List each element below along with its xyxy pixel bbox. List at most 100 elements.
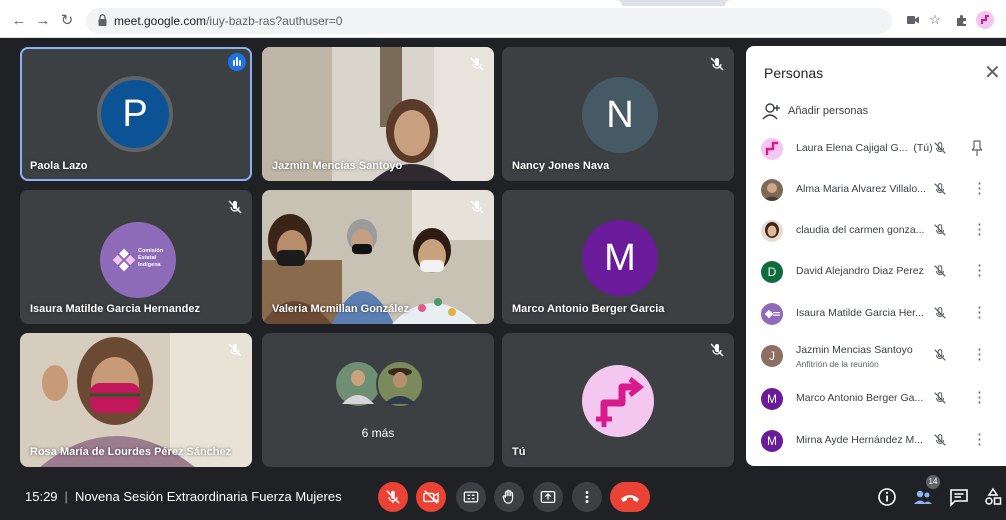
meeting-info: 15:29 | Novena Sesión Extraordinaria Fuerz… bbox=[25, 489, 342, 504]
mic-off-icon bbox=[386, 490, 400, 504]
participant-row[interactable]: Laura Elena Cajigal G... (Tú) bbox=[746, 130, 1006, 166]
add-people-label: Añadir personas bbox=[788, 105, 869, 117]
more-options-button[interactable] bbox=[572, 482, 602, 512]
profile-avatar[interactable] bbox=[976, 11, 994, 29]
back-icon[interactable]: ← bbox=[10, 12, 28, 30]
participant-row[interactable]: Isaura Matilde Garcia Her... ⋮ bbox=[746, 295, 1006, 331]
more-options-icon[interactable]: ⋮ bbox=[972, 389, 987, 407]
participant-tile[interactable]: Valeria Mcmillan González bbox=[262, 190, 494, 324]
muted-mic-icon bbox=[934, 183, 946, 195]
participant-tile[interactable]: N Nancy Jones Nava bbox=[502, 47, 734, 181]
muted-mic-icon bbox=[470, 200, 484, 214]
forward-icon[interactable]: → bbox=[34, 12, 52, 30]
panel-title: Personas bbox=[764, 65, 824, 81]
participant-row[interactable]: J Jazmin Mencias Santoyo Anfitrión de la… bbox=[746, 337, 1006, 373]
participant-name: Marco Antonio Berger Garcia bbox=[512, 303, 665, 315]
divider: | bbox=[64, 489, 68, 504]
participant-tile[interactable]: Rosa María de Lourdes Pérez Sánchez bbox=[20, 333, 252, 467]
leave-call-button[interactable] bbox=[610, 482, 650, 512]
more-options-icon[interactable]: ⋮ bbox=[972, 304, 987, 322]
participant-thumbnail bbox=[376, 360, 424, 408]
muted-mic-icon bbox=[934, 307, 946, 319]
participant-tile[interactable]: Comisión Estatal Indígena Isaura Matilde… bbox=[20, 190, 252, 324]
avatar: Comisión Estatal Indígena bbox=[100, 222, 176, 298]
camera-toggle-button[interactable] bbox=[416, 482, 446, 512]
muted-mic-icon bbox=[934, 349, 946, 361]
activities-icon[interactable] bbox=[982, 486, 1004, 508]
participant-name: Tú bbox=[512, 446, 526, 458]
other-tab[interactable] bbox=[725, 0, 1006, 6]
participant-count-badge: 14 bbox=[926, 475, 940, 489]
muted-mic-icon bbox=[934, 434, 946, 446]
captions-button[interactable] bbox=[456, 482, 486, 512]
participant-tile[interactable]: P Paola Lazo bbox=[20, 47, 252, 181]
more-participants-tile[interactable]: 6 más bbox=[262, 333, 494, 467]
bookmark-star-icon[interactable]: ☆ bbox=[926, 11, 944, 29]
participant-name: Laura Elena Cajigal G... (Tú) bbox=[796, 142, 933, 154]
avatar: M bbox=[761, 388, 783, 410]
chat-icon[interactable] bbox=[948, 486, 970, 508]
muted-mic-icon bbox=[228, 200, 242, 214]
extensions-icon[interactable] bbox=[952, 11, 970, 29]
meeting-control-bar: 15:29 | Novena Sesión Extraordinaria Fuerz… bbox=[0, 474, 1006, 520]
close-icon[interactable]: ✕ bbox=[984, 60, 1001, 85]
meeting-details-icon[interactable] bbox=[876, 486, 898, 508]
reload-icon[interactable]: ↻ bbox=[58, 12, 76, 30]
camera-indicator-icon[interactable] bbox=[904, 11, 922, 29]
participant-name: David Alejandro Diaz Perez bbox=[796, 265, 924, 277]
active-tab[interactable] bbox=[0, 0, 622, 6]
people-panel: Personas ✕ Añadir personas Laura Elena C… bbox=[746, 46, 1006, 466]
url-host: meet.google.com bbox=[114, 14, 207, 28]
participant-tile[interactable]: Jazmín Mencías Santoyo bbox=[262, 47, 494, 181]
participant-tile[interactable]: M Marco Antonio Berger Garcia bbox=[502, 190, 734, 324]
pin-icon[interactable] bbox=[972, 139, 982, 157]
microphone-toggle-button[interactable] bbox=[378, 482, 408, 512]
avatar bbox=[582, 365, 654, 437]
present-icon bbox=[540, 491, 556, 503]
avatar: N bbox=[582, 77, 658, 153]
participant-row[interactable]: claudia del carmen gonza... ⋮ bbox=[746, 212, 1006, 248]
meeting-time: 15:29 bbox=[25, 489, 58, 504]
participant-name: Mirna Ayde Hernández M... bbox=[796, 434, 924, 446]
tab-strip bbox=[0, 0, 1006, 6]
more-options-icon[interactable]: ⋮ bbox=[972, 180, 987, 198]
address-bar[interactable]: meet.google.com/iuy-bazb-ras?authuser=0 bbox=[86, 8, 892, 34]
participant-name: Alma Maria Alvarez Villalo... bbox=[796, 183, 926, 195]
more-vert-icon bbox=[585, 491, 589, 503]
participant-row[interactable]: D David Alejandro Diaz Perez ⋮ bbox=[746, 253, 1006, 289]
participant-name: Jazmín Mencías Santoyo bbox=[272, 160, 403, 172]
camera-off-icon bbox=[423, 490, 439, 504]
muted-mic-icon bbox=[934, 142, 946, 154]
url-path: /iuy-bazb-ras?authuser=0 bbox=[206, 14, 343, 28]
add-people-button[interactable]: Añadir personas bbox=[762, 102, 868, 122]
speaking-indicator-icon bbox=[228, 53, 246, 71]
present-screen-button[interactable] bbox=[533, 482, 563, 512]
muted-mic-icon bbox=[710, 57, 724, 71]
more-options-icon[interactable]: ⋮ bbox=[972, 346, 987, 364]
participant-name: Jazmin Mencias Santoyo bbox=[796, 344, 913, 356]
more-options-icon[interactable]: ⋮ bbox=[972, 431, 987, 449]
participant-name: Valeria Mcmillan González bbox=[272, 303, 409, 315]
avatar: M bbox=[761, 430, 783, 452]
more-options-icon[interactable]: ⋮ bbox=[972, 262, 987, 280]
raise-hand-button[interactable] bbox=[494, 482, 524, 512]
participant-row[interactable]: Alma Maria Alvarez Villalo... ⋮ bbox=[746, 171, 1006, 207]
captions-icon bbox=[463, 491, 479, 503]
participant-thumbnail bbox=[334, 360, 382, 408]
people-icon[interactable] bbox=[912, 486, 934, 508]
participant-tile[interactable]: Tú bbox=[502, 333, 734, 467]
muted-mic-icon bbox=[710, 343, 724, 357]
participant-name: Paola Lazo bbox=[30, 160, 88, 172]
more-options-icon[interactable]: ⋮ bbox=[972, 221, 987, 239]
avatar bbox=[761, 220, 783, 242]
avatar bbox=[761, 303, 783, 325]
participant-row[interactable]: M Mirna Ayde Hernández M... ⋮ bbox=[746, 422, 1006, 458]
participant-row[interactable]: M Marco Antonio Berger Ga... ⋮ bbox=[746, 380, 1006, 416]
avatar: M bbox=[582, 220, 658, 296]
meeting-title: Novena Sesión Extraordinaria Fuerza Muje… bbox=[74, 489, 342, 504]
browser-toolbar: ← → ↻ meet.google.com/iuy-bazb-ras?authu… bbox=[0, 0, 1006, 38]
url-text: meet.google.com/iuy-bazb-ras?authuser=0 bbox=[114, 14, 342, 28]
participant-name: Isaura Matilde Garcia Her... bbox=[796, 307, 924, 319]
muted-mic-icon bbox=[934, 265, 946, 277]
add-person-icon bbox=[762, 103, 780, 120]
